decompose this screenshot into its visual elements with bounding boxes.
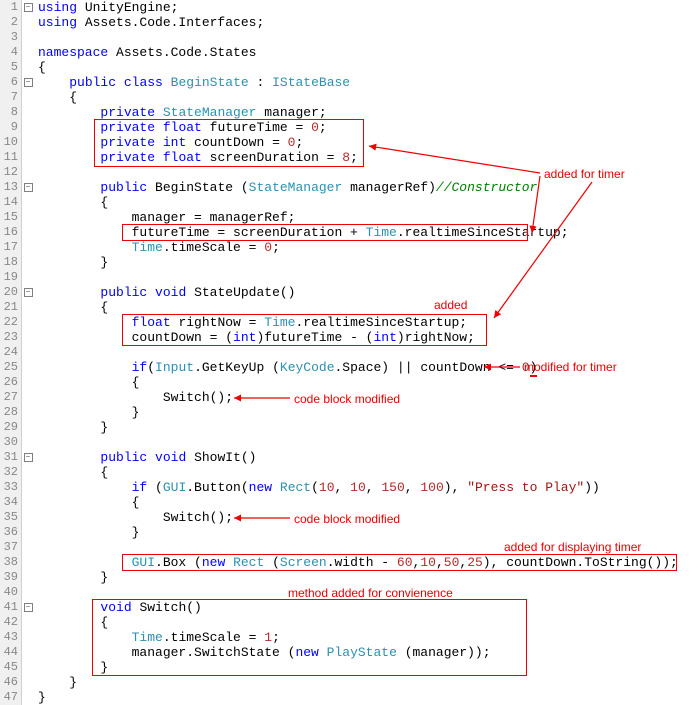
- fold-icon[interactable]: −: [24, 183, 33, 192]
- line-gutter: 1234567891011121314151617181920212223242…: [0, 0, 22, 705]
- annotation-label: added: [434, 298, 467, 313]
- code-area[interactable]: using UnityEngine; using Assets.Code.Int…: [34, 0, 694, 705]
- code-line: using UnityEngine;: [38, 0, 694, 15]
- annotation-label: added for displaying timer: [504, 540, 641, 555]
- fold-column: − − − − − −: [22, 0, 34, 705]
- fold-icon[interactable]: −: [24, 78, 33, 87]
- fold-icon[interactable]: −: [24, 288, 33, 297]
- code-line: namespace Assets.Code.States: [38, 45, 694, 60]
- annotation-label: added for timer: [544, 167, 625, 182]
- fold-icon[interactable]: −: [24, 3, 33, 12]
- annotation-label: code block modified: [294, 512, 400, 527]
- code-editor[interactable]: 1234567891011121314151617181920212223242…: [0, 0, 694, 705]
- fold-icon[interactable]: −: [24, 453, 33, 462]
- annotation-label: code block modified: [294, 392, 400, 407]
- code-line: using Assets.Code.Interfaces;: [38, 15, 694, 30]
- fold-icon[interactable]: −: [24, 603, 33, 612]
- annotation-label: modified for timer: [524, 360, 617, 375]
- annotation-label: method added for convienence: [288, 586, 453, 601]
